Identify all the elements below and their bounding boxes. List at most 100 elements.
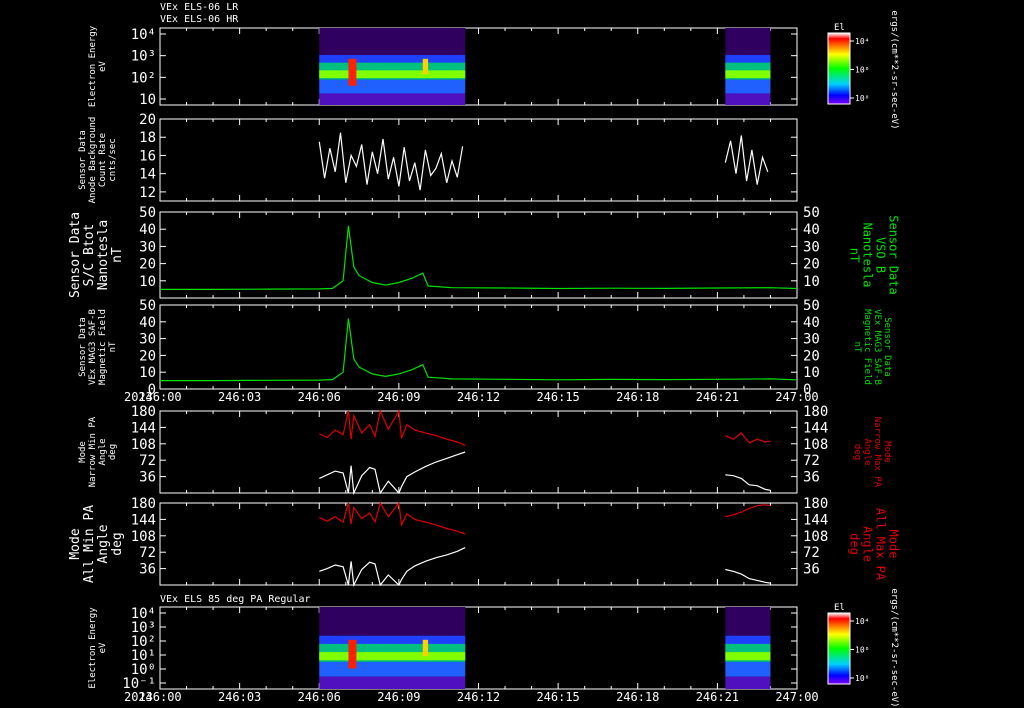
panel-frame: [159, 304, 798, 390]
y-tick-label: 36: [139, 470, 156, 486]
y-axis-label: Electron Energy: [88, 607, 98, 689]
y-axis-label: Sensor Data: [78, 130, 88, 190]
y-tick-label: 108: [131, 437, 156, 453]
y-axis-label-right: Sensor Data: [887, 215, 901, 294]
colorbar-tick-label: 10⁸: [855, 674, 869, 683]
colorbar-tick-label: 10⁸: [855, 94, 869, 103]
y-tick-label: 36: [139, 562, 156, 578]
series-line: [319, 451, 466, 496]
spectrogram-band: [319, 93, 466, 105]
colorbar-title: El: [834, 23, 845, 33]
plot-canvas: 10⁴10³10²10Electron Energy eV2018161412Se…: [68, 10, 901, 708]
y-axis-label: eV: [98, 61, 108, 72]
spectrogram-hotspot: [422, 639, 429, 657]
header-line-2: VEx ELS-06 HR: [160, 14, 239, 25]
time-tick-label: 246:00: [138, 390, 181, 404]
colorbar: El 10⁴ 10⁶ 10⁸ ergs/(cm**2-sr-sec-eV): [827, 10, 899, 130]
y-axis-label-right: Narrow Max PA: [872, 417, 882, 488]
y-axis-label-right: Sensor Data: [882, 317, 892, 377]
colorbar-tick-label: 10⁶: [855, 646, 869, 655]
header-line-1: VEx ELS-06 LR: [160, 2, 239, 13]
y-tick-label-right: 30: [803, 332, 820, 348]
colorbar-tick-label: 10⁴: [855, 617, 869, 626]
y-tick-label: 16: [139, 148, 156, 164]
spectrogram-band: [319, 70, 466, 79]
series-line: [160, 318, 798, 382]
series-line: [725, 432, 771, 444]
y-axis-label-right: All Max PA: [874, 508, 888, 581]
time-tick-label: 246:03: [218, 690, 261, 704]
y-axis-label: Narrow Min PA: [88, 416, 98, 487]
panel-els-85deg-spectrogram: 10⁴10³10²10¹10⁰10⁻¹Electron Energy eV2013…: [88, 606, 819, 704]
y-tick-label: 50: [139, 205, 156, 221]
time-tick-label: 246:18: [616, 690, 659, 704]
y-axis-label: Nanotesla: [96, 220, 111, 290]
y-tick-label: 180: [131, 496, 156, 512]
spectrogram-band: [319, 676, 466, 689]
spectrogram-noise: [319, 607, 466, 636]
y-tick-label: 72: [139, 545, 156, 561]
y-tick-label-right: 72: [803, 545, 820, 561]
panel-anode-background: 20 18 16 14 12 Sensor Data Anode Background Cou…: [78, 112, 798, 204]
y-tick-label: 10⁴: [131, 27, 156, 43]
spectrogram-band: [725, 652, 771, 661]
y-axis-label-right: Nanotesla: [861, 222, 875, 287]
y-tick-label: 20: [139, 348, 156, 364]
panel-sc-btot: 50 5040 4030 3020 2010 10Sensor Data S/C Btot N…: [68, 205, 901, 299]
panel-mag-field: 50 5040 4030 3020 2010 100 0Sensor Data VEx MAG…: [78, 298, 892, 404]
y-tick-label: 144: [131, 420, 156, 436]
spectrogram-band: [725, 79, 771, 94]
y-axis-label: VEx MAG3 SAF-B: [88, 309, 98, 385]
y-axis-label-right: VEx MAG3 SAF-B: [872, 309, 882, 385]
y-tick-label-right: 36: [803, 562, 820, 578]
y-tick-label-right: 144: [803, 420, 828, 436]
series-line: [319, 501, 466, 535]
time-tick-label: 246:12: [457, 690, 500, 704]
time-tick-label: 246:06: [298, 390, 341, 404]
y-tick-label: 18: [139, 130, 156, 146]
series-line: [318, 132, 464, 191]
colorbar-gradient: [827, 612, 851, 685]
spectrogram-band: [725, 661, 771, 677]
y-tick-label-right: 40: [803, 315, 820, 331]
y-tick-label: 144: [131, 512, 156, 528]
spectrogram-hotspot: [422, 58, 429, 75]
time-tick-label: 246:12: [457, 390, 500, 404]
y-tick-label: 20: [139, 112, 156, 128]
spectrogram-band: [319, 661, 466, 677]
y-tick-label-right: 20: [803, 257, 820, 273]
time-tick-label: 246:09: [377, 690, 420, 704]
y-tick-label: 30: [139, 332, 156, 348]
time-tick-label: 246:00: [138, 690, 181, 704]
y-axis-label: Mode: [68, 528, 83, 559]
y-tick-label-right: 10: [803, 365, 820, 381]
series-line: [725, 504, 771, 518]
panel-all-pitch-angle: 180 180144 144108 10872 7236 36Mode All Min PA…: [68, 496, 901, 588]
spectrogram-band: [725, 93, 771, 105]
y-tick-label: 10³: [131, 49, 156, 65]
colorbar-tick-label: 10⁶: [855, 66, 869, 75]
y-tick-label-right: 10: [803, 274, 820, 290]
y-axis-label-right: nT: [852, 342, 862, 353]
panel-els-lr-hr-spectrogram: 10⁴ 10³ 10² 10 Electron Energy eV: [88, 25, 798, 108]
colorbar: El 10⁴ 10⁶ 10⁸ ergs/(cm**2-sr-sec-eV): [827, 588, 899, 708]
y-tick-label: 12: [139, 185, 156, 201]
spectrogram-hotspot: [348, 639, 357, 669]
y-tick-label: 10: [139, 92, 156, 108]
y-tick-label: 30: [139, 239, 156, 255]
y-axis-label: Sensor Data: [68, 212, 83, 298]
time-tick-label: 247:00: [775, 690, 818, 704]
colorbar-gradient: [827, 32, 851, 105]
y-tick-label-right: 108: [803, 529, 828, 545]
y-tick-label: 108: [131, 529, 156, 545]
y-tick-label: 14: [139, 167, 156, 183]
time-tick-label: 246:21: [696, 390, 739, 404]
y-axis-label: Anode Background: [88, 117, 98, 204]
spectrogram-band: [725, 70, 771, 79]
y-axis-label: deg: [110, 532, 125, 555]
y-tick-label-right: 50: [803, 298, 820, 314]
y-tick-label-right: 144: [803, 512, 828, 528]
series-line: [724, 135, 769, 185]
y-tick-label-right: 180: [803, 404, 828, 420]
y-tick-label-right: 20: [803, 348, 820, 364]
